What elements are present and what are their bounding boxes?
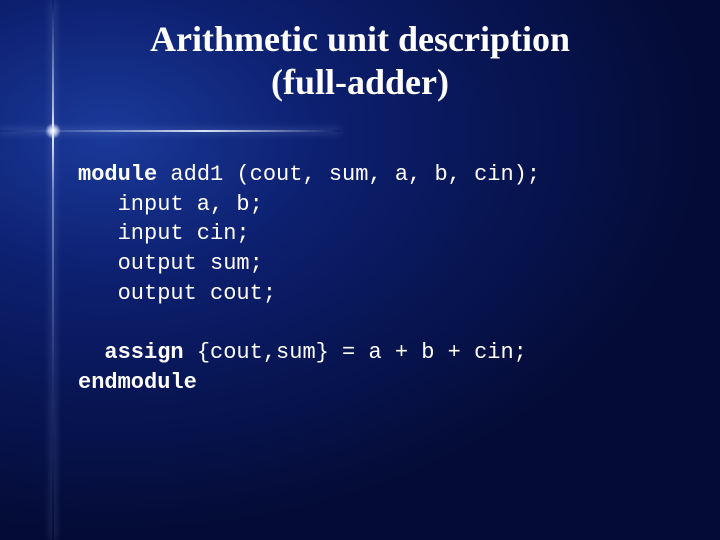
lens-flare-core xyxy=(45,123,61,139)
code-line-2: input a, b; xyxy=(118,192,263,217)
slide: Arithmetic unit description (full-adder)… xyxy=(0,0,720,540)
code-line-3: input cin; xyxy=(118,221,250,246)
keyword-assign: assign xyxy=(104,340,183,365)
code-block: module add1 (cout, sum, a, b, cin); inpu… xyxy=(78,160,540,398)
code-line-1-rest: add1 (cout, sum, a, b, cin); xyxy=(157,162,540,187)
slide-title: Arithmetic unit description (full-adder) xyxy=(0,18,720,104)
keyword-module: module xyxy=(78,162,157,187)
keyword-endmodule: endmodule xyxy=(78,370,197,395)
code-line-4: output sum; xyxy=(118,251,263,276)
code-line-5: output cout; xyxy=(118,281,276,306)
title-line-2: (full-adder) xyxy=(271,62,449,102)
title-line-1: Arithmetic unit description xyxy=(150,19,570,59)
code-line-6-rest: {cout,sum} = a + b + cin; xyxy=(184,340,527,365)
